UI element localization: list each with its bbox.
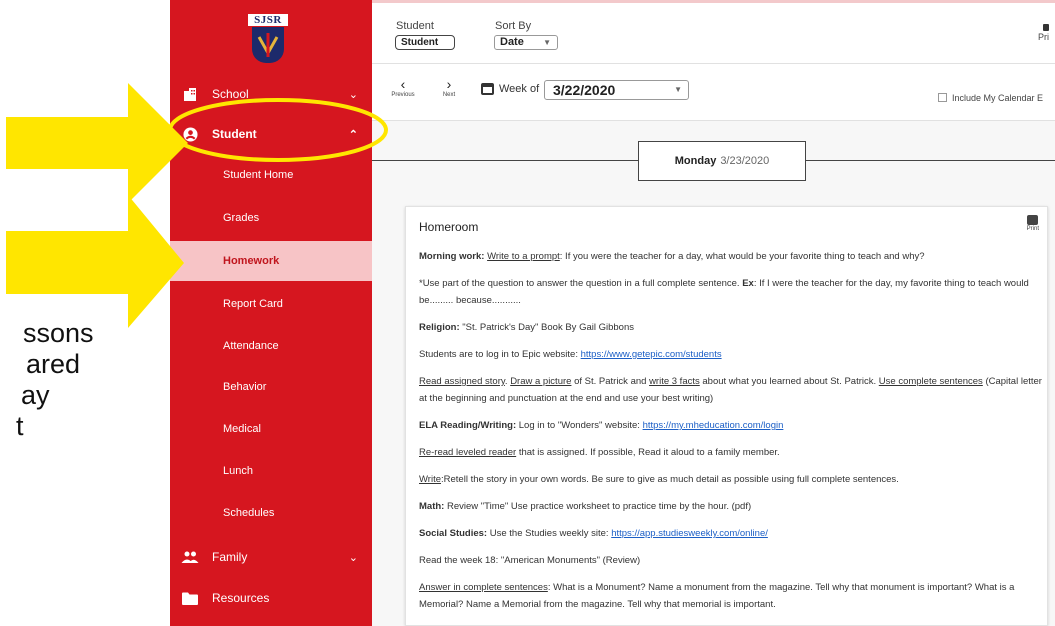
yellow-arrow <box>6 195 184 328</box>
screenshot-stage: ssons ared ay t SJSR School ⌄ Student ⌃ … <box>0 0 1055 626</box>
yellow-arrow <box>6 83 188 203</box>
annotation-overlay <box>6 83 388 328</box>
highlight-ellipse <box>168 98 388 162</box>
